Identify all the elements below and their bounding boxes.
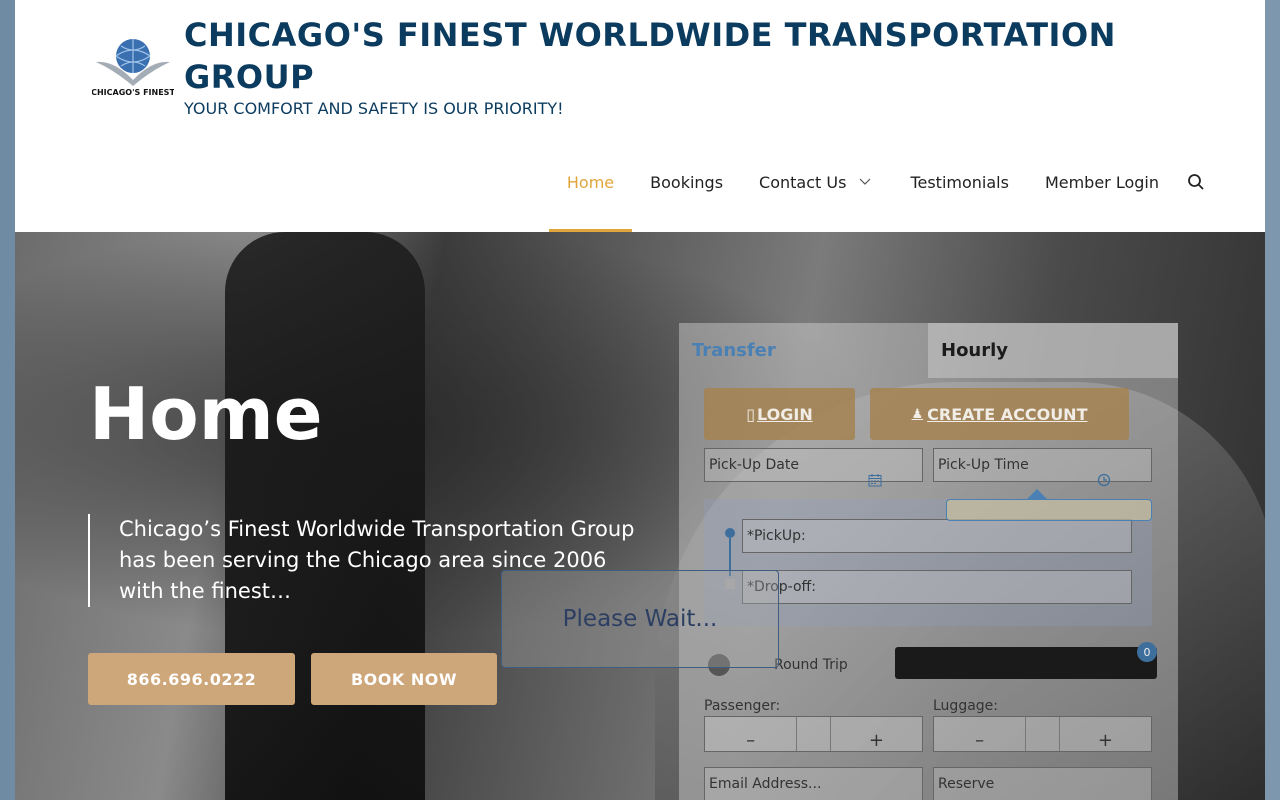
round-trip-label: Round Trip bbox=[774, 657, 848, 673]
clock-icon bbox=[1097, 473, 1111, 491]
luggage-label: Luggage: bbox=[933, 698, 998, 714]
nav-member-login[interactable]: Member Login bbox=[1027, 162, 1177, 232]
site-header: CHICAGO'S FINEST CHICAGO'S FINEST WORLDW… bbox=[15, 0, 1265, 232]
nav-home[interactable]: Home bbox=[548, 162, 633, 232]
luggage-increment-button[interactable]: + bbox=[1060, 717, 1151, 751]
site-logo[interactable]: CHICAGO'S FINEST bbox=[92, 36, 174, 98]
pickup-date-field[interactable]: Pick-Up Date bbox=[704, 448, 923, 487]
reserve-field[interactable]: Reserve bbox=[933, 767, 1152, 800]
page: CHICAGO'S FINEST CHICAGO'S FINEST WORLDW… bbox=[15, 0, 1265, 800]
hero-title: Home bbox=[89, 372, 323, 456]
passenger-label: Passenger: bbox=[704, 698, 781, 714]
dropoff-input[interactable]: *Drop-off: bbox=[742, 570, 1132, 604]
nav-contact-us-label: Contact Us bbox=[759, 173, 847, 192]
pickup-time-field[interactable]: Pick-Up Time bbox=[933, 448, 1152, 487]
luggage-stepper: – + bbox=[933, 716, 1152, 752]
site-tagline: YOUR COMFORT AND SAFETY IS OUR PRIORITY! bbox=[184, 99, 564, 118]
nav-home-label: Home bbox=[566, 173, 615, 192]
nav-member-login-label: Member Login bbox=[1044, 173, 1159, 192]
nav-testimonials-label: Testimonials bbox=[910, 173, 1009, 192]
pickup-time-placeholder: Pick-Up Time bbox=[938, 457, 1029, 473]
booking-widget: Transfer Hourly ▯ LOGIN ♟ CREATE ACCOUNT… bbox=[679, 323, 1178, 800]
pickup-input[interactable]: *PickUp: bbox=[742, 519, 1132, 553]
tab-transfer[interactable]: Transfer bbox=[679, 323, 928, 378]
book-now-button[interactable]: BOOK NOW bbox=[311, 653, 497, 705]
pickup-marker-icon bbox=[725, 528, 735, 538]
luggage-count-input[interactable] bbox=[1025, 717, 1060, 751]
login-icon: ▯ bbox=[746, 404, 756, 424]
create-account-button[interactable]: ♟ CREATE ACCOUNT bbox=[870, 388, 1129, 440]
time-picker-popup[interactable] bbox=[946, 499, 1152, 521]
reserve-label: Reserve bbox=[938, 776, 995, 792]
passenger-decrement-button[interactable]: – bbox=[705, 717, 796, 751]
login-label: LOGIN bbox=[757, 404, 813, 424]
vehicle-select[interactable] bbox=[895, 647, 1157, 679]
luggage-decrement-button[interactable]: – bbox=[934, 717, 1025, 751]
login-button[interactable]: ▯ LOGIN bbox=[704, 388, 855, 440]
pickup-date-placeholder: Pick-Up Date bbox=[709, 457, 799, 473]
passenger-increment-button[interactable]: + bbox=[831, 717, 922, 751]
nav-testimonials[interactable]: Testimonials bbox=[892, 162, 1027, 232]
logo-text: CHICAGO'S FINEST bbox=[92, 88, 174, 97]
calendar-icon bbox=[868, 473, 882, 491]
user-icon: ♟ bbox=[911, 406, 924, 422]
email-field[interactable]: Email Address... bbox=[704, 767, 923, 800]
nav-bookings-label: Bookings bbox=[650, 173, 724, 192]
hero-section: Home Chicago’s Finest Worldwide Transpor… bbox=[15, 232, 1265, 800]
nav-contact-us[interactable]: Contact Us bbox=[741, 162, 892, 232]
main-nav: Home Bookings Contact Us Testimonials Me… bbox=[548, 162, 1265, 232]
please-wait-overlay: Please Wait... bbox=[501, 570, 779, 668]
phone-button[interactable]: 866.696.0222 bbox=[88, 653, 295, 705]
tab-hourly[interactable]: Hourly bbox=[928, 323, 1178, 378]
nav-bookings[interactable]: Bookings bbox=[632, 162, 741, 232]
create-account-label: CREATE ACCOUNT bbox=[927, 404, 1088, 424]
time-picker-arrow bbox=[1027, 489, 1047, 499]
search-icon[interactable] bbox=[1177, 162, 1217, 232]
email-placeholder: Email Address... bbox=[709, 776, 822, 792]
site-title[interactable]: CHICAGO'S FINEST WORLDWIDE TRANSPORTATIO… bbox=[184, 14, 1164, 98]
vehicle-count-badge: 0 bbox=[1137, 642, 1157, 662]
passenger-stepper: – + bbox=[704, 716, 923, 752]
passenger-count-input[interactable] bbox=[796, 717, 831, 751]
chevron-down-icon bbox=[858, 173, 874, 189]
pickup-placeholder: *PickUp: bbox=[747, 528, 806, 544]
booking-tabs: Transfer Hourly bbox=[679, 323, 1178, 378]
